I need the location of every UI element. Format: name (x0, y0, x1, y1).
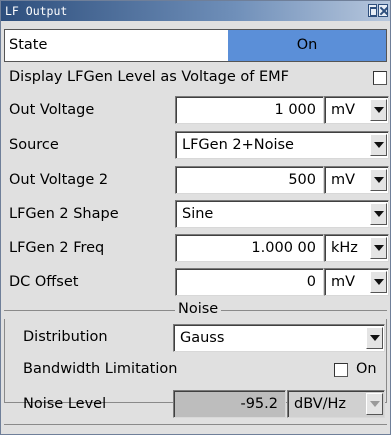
distribution-select[interactable]: Gauss (173, 324, 385, 352)
state-toggle-button[interactable]: On (228, 30, 386, 61)
chevron-down-icon[interactable] (370, 169, 387, 191)
distribution-label: Distribution (23, 329, 108, 345)
out-voltage-unit-select[interactable]: mV (324, 96, 389, 124)
chevron-down-icon[interactable] (366, 327, 383, 349)
display-emf-checkbox[interactable] (373, 71, 387, 85)
chevron-down-icon[interactable] (370, 99, 387, 121)
bandwidth-limitation-checkbox[interactable] (334, 363, 348, 377)
display-emf-label: Display LFGen Level as Voltage of EMF (9, 69, 289, 85)
lfgen2-shape-label: LFGen 2 Shape (9, 206, 119, 222)
out-voltage-field[interactable]: 1 000 (175, 96, 324, 124)
title-bar-buttons (368, 4, 388, 18)
lfgen2-shape-value: Sine (182, 206, 214, 222)
lfgen2-shape-select[interactable]: Sine (175, 200, 389, 228)
distribution-value: Gauss (180, 330, 225, 346)
source-select[interactable]: LFGen 2+Noise (175, 131, 389, 159)
noise-level-field: -95.2 (173, 390, 286, 418)
chevron-down-icon[interactable] (370, 271, 387, 293)
chevron-down-icon[interactable] (370, 134, 387, 156)
state-label: State (9, 37, 48, 53)
dc-offset-value: 0 (306, 274, 316, 290)
lfgen2-freq-value: 1.000 00 (251, 240, 316, 256)
dc-offset-unit: mV (331, 274, 356, 290)
dc-offset-field[interactable]: 0 (175, 268, 324, 296)
noise-level-unit-select: dBV/Hz (287, 390, 385, 418)
noise-level-label: Noise Level (23, 396, 107, 412)
lf-output-window: LF Output State On Display LFGen Level a… (0, 0, 391, 435)
chevron-down-icon[interactable] (370, 203, 387, 225)
bottom-divider (4, 424, 387, 425)
out-voltage-2-value: 500 (288, 172, 316, 188)
chevron-down-icon[interactable] (370, 237, 387, 259)
lfgen2-freq-unit-select[interactable]: kHz (324, 234, 389, 262)
window-title: LF Output (5, 4, 68, 18)
out-voltage-label: Out Voltage (9, 102, 95, 118)
source-value: LFGen 2+Noise (182, 137, 294, 153)
close-icon[interactable] (378, 4, 388, 17)
noise-level-unit: dBV/Hz (294, 396, 347, 412)
dc-offset-label: DC Offset (9, 274, 79, 290)
chevron-down-icon (366, 393, 383, 415)
title-bar[interactable]: LF Output (1, 1, 390, 21)
out-voltage-2-label: Out Voltage 2 (9, 172, 109, 188)
bandwidth-limitation-on-label: On (356, 361, 377, 377)
out-voltage-2-unit-select[interactable]: mV (324, 166, 389, 194)
noise-section-title: Noise (175, 301, 222, 317)
lfgen2-freq-label: LFGen 2 Freq (9, 240, 105, 256)
dc-offset-unit-select[interactable]: mV (324, 268, 389, 296)
lfgen2-freq-field[interactable]: 1.000 00 (175, 234, 324, 262)
noise-level-value: -95.2 (240, 396, 278, 412)
lfgen2-freq-unit: kHz (331, 240, 358, 256)
out-voltage-2-field[interactable]: 500 (175, 166, 324, 194)
bandwidth-limitation-label: Bandwidth Limitation (23, 361, 178, 377)
state-row: State On (4, 29, 387, 62)
out-voltage-2-unit: mV (331, 172, 356, 188)
source-label: Source (9, 137, 59, 153)
out-voltage-value: 1 000 (274, 102, 316, 118)
maximize-icon[interactable] (368, 4, 377, 17)
out-voltage-unit: mV (331, 102, 356, 118)
